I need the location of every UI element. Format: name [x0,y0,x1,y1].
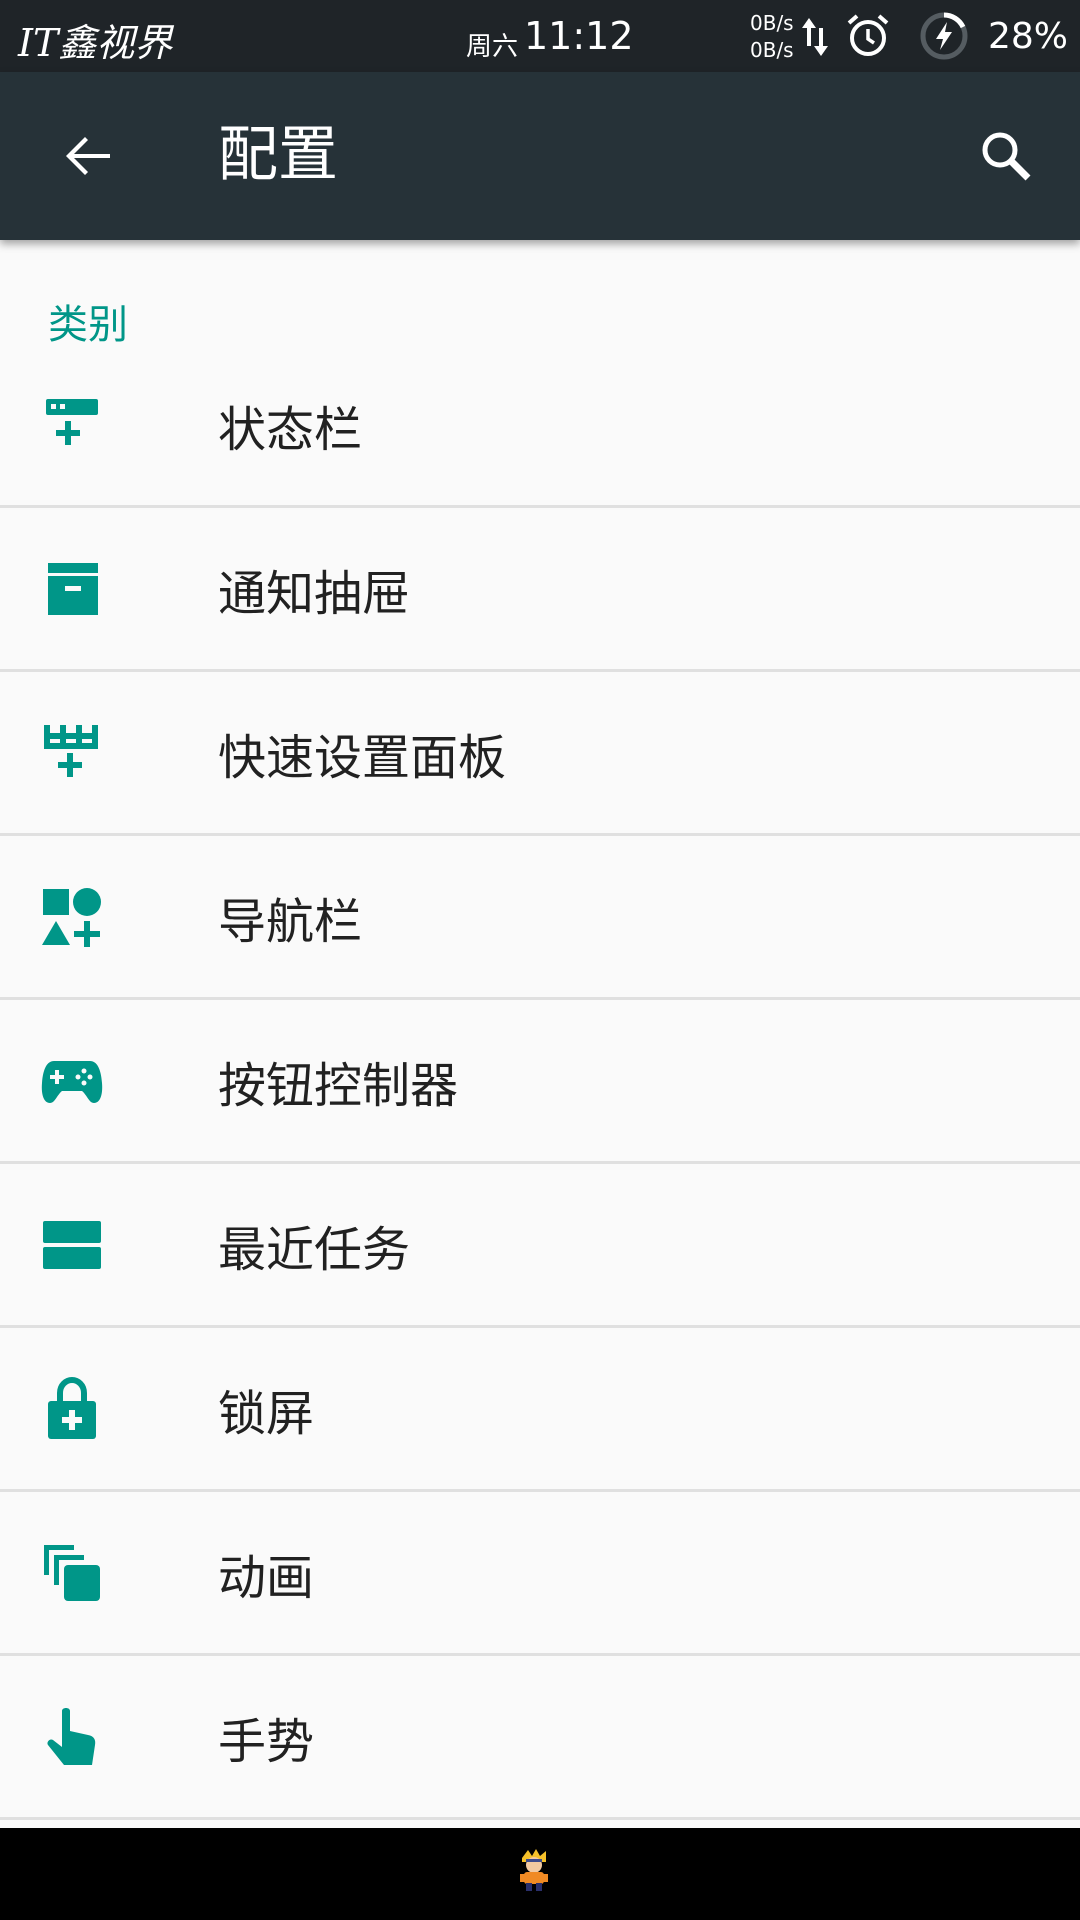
network-speed-up: 0B/s [750,11,794,35]
mascot-icon[interactable] [516,1848,552,1892]
shapes-icon [42,887,101,947]
app-bar: 配置 [0,72,1080,240]
status-day: 周六 [466,32,519,62]
page-title: 配置 [218,120,338,190]
battery-charging-icon [920,12,968,60]
list-item-label: 按钮控制器 [218,1057,459,1114]
status-bar: IT鑫视界 周六 11:12 0B/s 0B/s 28% [0,0,1080,72]
list-item-animation[interactable]: 动画 [0,1492,1080,1656]
list-item-status-bar[interactable]: 状态栏 [0,344,1080,508]
gamepad-icon [41,1060,103,1103]
search-icon [982,132,1031,181]
list-item-notification-drawer[interactable]: 通知抽屉 [0,508,1080,672]
network-speed-down: 0B/s [750,38,794,62]
alarm-icon [847,14,889,56]
quick-settings-grid-icon [44,724,98,777]
lock-add-icon [48,1376,96,1439]
list-item-label: 导航栏 [218,893,363,950]
list-item-label: 最近任务 [218,1221,411,1278]
search-button[interactable] [962,112,1050,200]
data-arrows-icon [802,18,828,56]
recents-stack-icon [43,1220,101,1269]
status-time: 11:12 [524,14,634,58]
list-item-label: 快速设置面板 [218,729,507,786]
system-navigation-bar [0,1828,1080,1920]
arrow-back-icon [66,137,110,175]
list-item-label: 动画 [218,1549,315,1606]
list-item-label: 锁屏 [218,1385,315,1442]
battery-percent: 28% [988,16,1069,57]
back-button[interactable] [44,112,132,200]
list-item-quick-settings[interactable]: 快速设置面板 [0,672,1080,836]
list-item-button-controller[interactable]: 按钮控制器 [0,1000,1080,1164]
list-item-recent-tasks[interactable]: 最近任务 [0,1164,1080,1328]
status-bar-brand: IT鑫视界 [18,21,173,65]
section-header-category: 类别 [48,302,128,348]
list-item-label: 手势 [218,1713,315,1770]
hand-pointer-icon [47,1707,96,1765]
list-item-gestures[interactable]: 手势 [0,1656,1080,1820]
network-speed: 0B/s 0B/s [750,10,794,64]
list-item-label: 状态栏 [218,401,363,458]
status-bar-add-icon [46,398,98,445]
list-item-navigation-bar[interactable]: 导航栏 [0,836,1080,1000]
layers-icon [44,1544,100,1601]
list-item-label: 通知抽屉 [218,565,411,622]
archive-box-icon [48,562,98,615]
list-item-lock-screen[interactable]: 锁屏 [0,1328,1080,1492]
